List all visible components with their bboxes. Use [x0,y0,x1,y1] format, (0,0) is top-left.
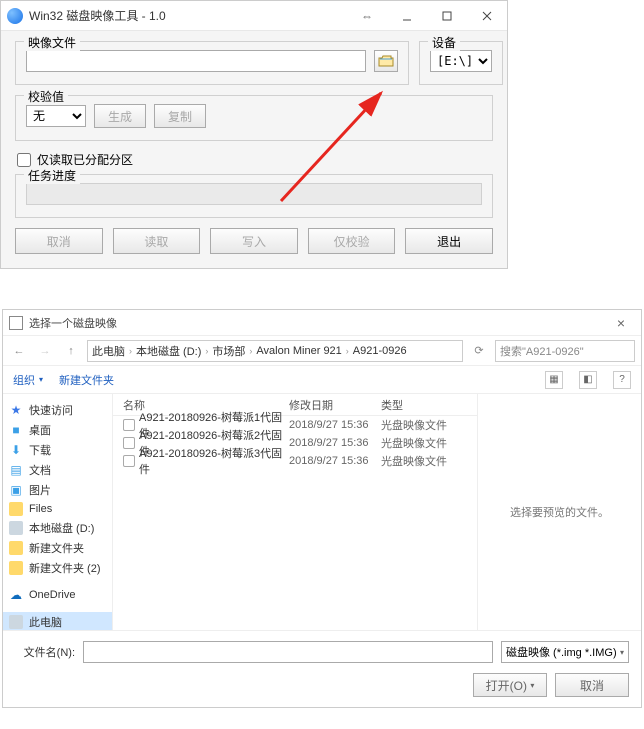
picker-footer: 文件名(N): 磁盘映像 (*.img *.IMG)▾ 打开(O) ▾ 取消 [3,630,641,707]
progress-bar [26,183,482,205]
picker-cancel-button[interactable]: 取消 [555,673,629,697]
crumb-pc[interactable]: 此电脑 [92,343,125,359]
titlebar[interactable]: Win32 磁盘映像工具 - 1.0 ⇔ [1,1,507,31]
picker-title: 选择一个磁盘映像 [29,315,601,331]
device-select[interactable]: [E:\] [430,50,492,72]
disc-image-icon [123,455,135,467]
sidebar-item-localdisk[interactable]: 本地磁盘 (D:) [3,518,112,538]
generate-button[interactable]: 生成 [94,104,146,128]
maximize-button[interactable] [427,2,467,30]
filetype-select[interactable]: 磁盘映像 (*.img *.IMG)▾ [501,641,629,663]
image-file-label: 映像文件 [24,34,80,51]
sidebar-item-quick[interactable]: ★快速访问 [3,400,112,420]
sidebar-item-pictures[interactable]: ▣图片 [3,480,112,500]
image-file-input[interactable] [26,50,366,72]
back-button[interactable]: ← [9,341,29,361]
refresh-button[interactable]: ⟳ [469,341,489,361]
sidebar-item-documents[interactable]: ▤文档 [3,460,112,480]
hash-label: 校验值 [24,88,68,105]
readonly-checkbox[interactable]: 仅读取已分配分区 [17,151,491,168]
crumb-folder[interactable]: A921-0926 [353,345,407,357]
preview-pane: 选择要预览的文件。 [477,394,641,630]
read-button[interactable]: 读取 [113,228,201,254]
folder-open-icon [378,55,394,67]
hash-select[interactable]: 无 [26,105,86,127]
device-group: 设备 [E:\] [419,41,503,85]
sidebar-item-newfolder[interactable]: 新建文件夹 [3,538,112,558]
new-folder-button[interactable]: 新建文件夹 [59,372,114,388]
progress-label: 任务进度 [24,167,80,184]
filename-label: 文件名(N): [15,644,75,660]
sidebar-item-desktop[interactable]: ■桌面 [3,420,112,440]
device-label: 设备 [428,34,460,51]
breadcrumb[interactable]: 此电脑› 本地磁盘 (D:)› 市场部› Avalon Miner 921› A… [87,340,463,362]
browse-button[interactable] [374,50,398,72]
picker-navbar: ← → ↑ 此电脑› 本地磁盘 (D:)› 市场部› Avalon Miner … [3,336,641,366]
disk-imager-window: Win32 磁盘映像工具 - 1.0 ⇔ 映像文件 [0,0,508,269]
help-button[interactable]: ? [613,371,631,389]
organize-menu[interactable]: 组织▾ [13,372,43,388]
search-placeholder: 搜索"A921-0926" [500,343,584,359]
image-file-group: 映像文件 [15,41,409,85]
forward-button[interactable]: → [35,341,55,361]
readonly-checkbox-input[interactable] [17,153,31,167]
move-icon[interactable]: ⇔ [347,2,387,30]
search-input[interactable]: 搜索"A921-0926" [495,340,635,362]
picker-app-icon [9,316,23,330]
picker-toolbar: 组织▾ 新建文件夹 ▦ ◧ ? [3,366,641,394]
exit-button[interactable]: 退出 [405,228,493,254]
open-button[interactable]: 打开(O) ▾ [473,673,547,697]
minimize-button[interactable] [387,2,427,30]
sidebar-item-downloads[interactable]: ⬇下载 [3,440,112,460]
sidebar: ★快速访问 ■桌面 ⬇下载 ▤文档 ▣图片 Files 本地磁盘 (D:) 新建… [3,394,113,630]
col-date[interactable]: 修改日期 [289,397,381,413]
verify-button[interactable]: 仅校验 [308,228,396,254]
cancel-button[interactable]: 取消 [15,228,103,254]
write-button[interactable]: 写入 [210,228,298,254]
readonly-checkbox-label: 仅读取已分配分区 [37,151,133,168]
app-icon [7,8,23,24]
close-button[interactable] [467,2,507,30]
file-picker-window: 选择一个磁盘映像 × ← → ↑ 此电脑› 本地磁盘 (D:)› 市场部› Av… [2,309,642,708]
up-button[interactable]: ↑ [61,341,81,361]
picker-titlebar[interactable]: 选择一个磁盘映像 × [3,310,641,336]
file-row[interactable]: A921-20180926-树莓派3代固件 2018/9/27 15:36 光盘… [113,452,477,470]
sidebar-item-onedrive[interactable]: ☁OneDrive [3,586,112,604]
sidebar-item-thispc[interactable]: 此电脑 [3,612,112,630]
crumb-disk[interactable]: 本地磁盘 (D:) [136,343,201,359]
view-button[interactable]: ▦ [545,371,563,389]
sidebar-item-files[interactable]: Files [3,500,112,518]
hash-group: 校验值 无 生成 复制 [15,95,493,141]
sidebar-item-newfolder2[interactable]: 新建文件夹 (2) [3,558,112,578]
filename-input[interactable] [83,641,493,663]
window-title: Win32 磁盘映像工具 - 1.0 [29,7,347,24]
preview-pane-button[interactable]: ◧ [579,371,597,389]
col-type[interactable]: 类型 [381,397,471,413]
picker-close-button[interactable]: × [601,311,641,335]
crumb-dept[interactable]: 市场部 [212,343,245,359]
crumb-miner[interactable]: Avalon Miner 921 [256,345,341,357]
copy-button[interactable]: 复制 [154,104,206,128]
progress-group: 任务进度 [15,174,493,218]
file-list: 名称 修改日期 类型 A921-20180926-树莓派1代固件 2018/9/… [113,394,477,630]
